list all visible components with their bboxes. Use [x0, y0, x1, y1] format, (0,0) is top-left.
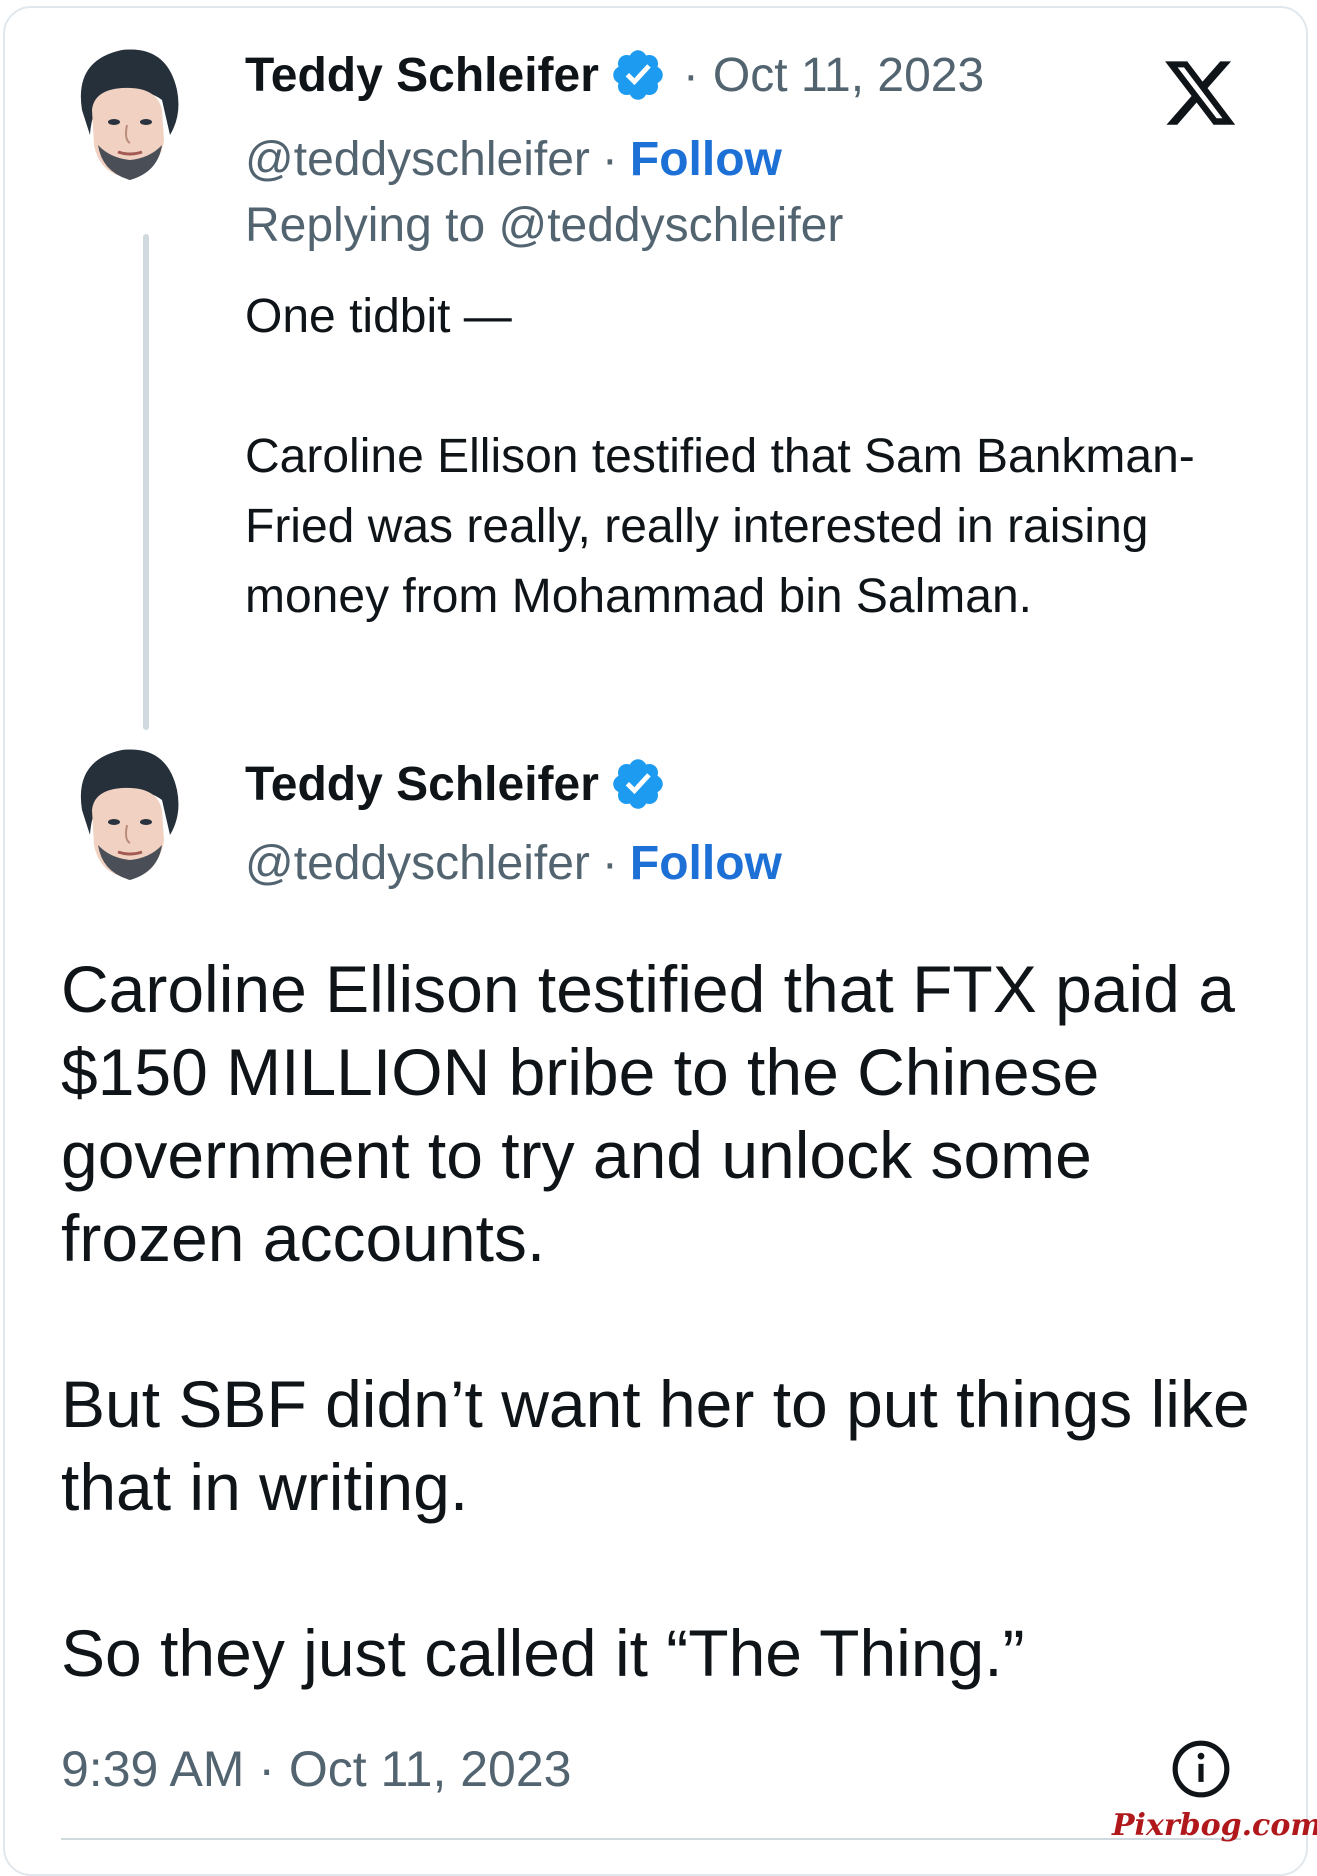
reply-date[interactable]: Oct 11, 2023 — [713, 48, 984, 103]
author-avatar[interactable] — [52, 740, 202, 890]
reply-date-separator: · — [682, 48, 699, 102]
reply-tweet-text: One tidbit — Caroline Ellison testified … — [245, 282, 1265, 632]
reply-author-row: Teddy Schleifer · Oct 11, 2023 — [245, 46, 984, 104]
reply-handle-row: @teddyschleifer · Follow — [245, 132, 782, 187]
main-tweet-text: Caroline Ellison testified that FTX paid… — [61, 948, 1271, 1695]
watermark: Pixrbog.com — [1112, 1808, 1317, 1843]
replying-to-label[interactable]: Replying to @teddyschleifer — [245, 198, 843, 253]
handle-separator: · — [601, 837, 618, 890]
main-handle-row: @teddyschleifer · Follow — [245, 836, 782, 891]
x-logo-icon[interactable] — [1160, 54, 1240, 132]
thread-connector — [143, 234, 149, 730]
main-author-row: Teddy Schleifer — [245, 755, 667, 813]
bottom-divider — [61, 1838, 1241, 1840]
handle-separator: · — [601, 133, 618, 186]
verified-badge-icon — [613, 50, 663, 100]
author-handle[interactable]: @teddyschleifer — [245, 132, 590, 187]
info-icon[interactable] — [1170, 1738, 1232, 1800]
author-avatar[interactable] — [52, 40, 202, 190]
follow-button[interactable]: Follow — [630, 836, 782, 891]
author-handle[interactable]: @teddyschleifer — [245, 836, 590, 891]
main-paragraph: But SBF didn’t want her to put things li… — [61, 1367, 1250, 1524]
main-paragraph: Caroline Ellison testified that FTX paid… — [61, 952, 1235, 1275]
follow-button[interactable]: Follow — [630, 132, 782, 187]
tweet-timestamp[interactable]: 9:39 AM · Oct 11, 2023 — [61, 1740, 571, 1798]
author-name[interactable]: Teddy Schleifer — [245, 48, 599, 103]
main-paragraph: So they just called it “The Thing.” — [61, 1616, 1025, 1690]
reply-paragraph: One tidbit — — [245, 290, 512, 343]
author-name[interactable]: Teddy Schleifer — [245, 757, 599, 812]
reply-paragraph: Caroline Ellison testified that Sam Bank… — [245, 430, 1195, 623]
verified-badge-icon — [613, 759, 663, 809]
